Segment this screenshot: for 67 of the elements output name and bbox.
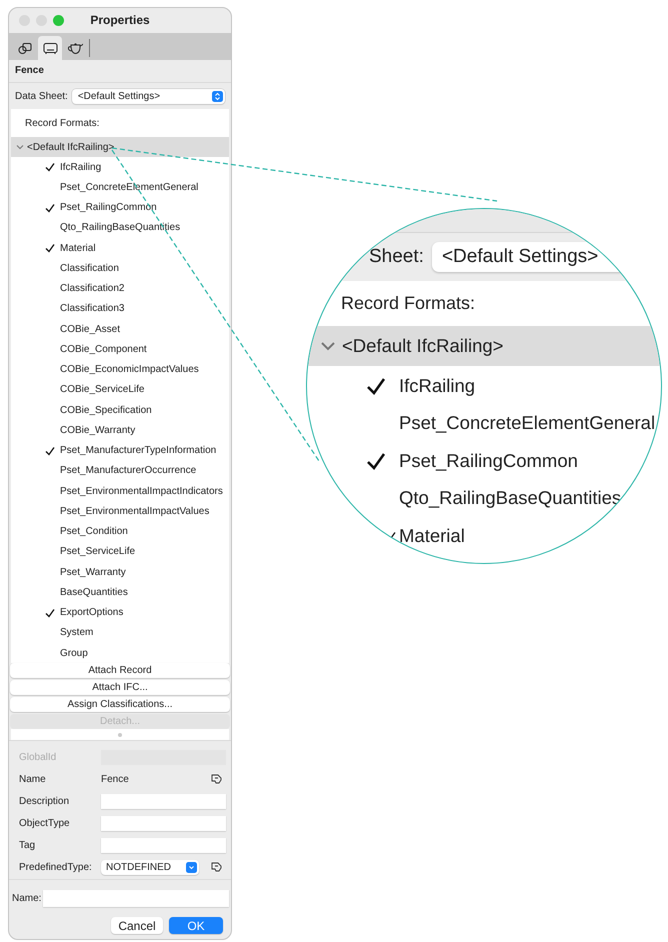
name-label: Name: (12, 893, 42, 904)
record-format-item[interactable]: Pset_ConcreteElementGeneral (60, 182, 198, 193)
record-format-item[interactable]: Pset_Warranty (60, 566, 126, 578)
record-format-item[interactable]: Pset_ManufacturerOccurrence (60, 465, 196, 476)
record-format-item[interactable]: Classification (60, 262, 119, 274)
text-field[interactable] (101, 838, 226, 852)
dropdown-icon (186, 862, 197, 872)
record-format-item[interactable]: Pset_Condition (60, 526, 128, 538)
teapot-icon (66, 41, 84, 55)
record-format-item[interactable]: Pset_ManufacturerTypeInformation (60, 445, 216, 456)
text-field[interactable] (101, 794, 226, 808)
zoom-button[interactable] (53, 15, 64, 26)
record-format-item[interactable]: Material (399, 524, 465, 547)
record-icon (42, 42, 58, 54)
cancel-button[interactable]: Cancel (111, 917, 163, 934)
record-format-item[interactable]: Pset_EnvironmentalImpactIndicators (60, 486, 223, 497)
data-sheet-label: Sheet: (369, 246, 424, 268)
record-format-item[interactable]: Qto_RailingBaseQuantities (60, 222, 180, 234)
palette-tab[interactable] (38, 36, 62, 60)
data-sheet-label: Data Sheet: (15, 91, 68, 102)
record-format-item[interactable]: Classification3 (60, 303, 124, 314)
record-format-item[interactable]: COBie_EconomicImpactValues (60, 364, 199, 376)
data-sheet-dropdown[interactable]: <Default Settings> (72, 89, 225, 104)
record-format-item[interactable]: System (60, 627, 94, 638)
record-format-item[interactable]: Pset_ConcreteElementGeneral (399, 412, 656, 434)
record-format-item[interactable]: Group (60, 648, 88, 659)
record-format-item[interactable]: Pset_RailingCommon (60, 202, 157, 214)
field-label: ObjectType (19, 818, 71, 828)
chevron-icon[interactable] (16, 143, 24, 151)
record-format-item[interactable]: BaseQuantities (60, 586, 128, 598)
record-format-item[interactable]: Pset_ServiceLife (60, 546, 136, 558)
field-label: Description (19, 796, 70, 806)
field-label: PredefinedType: (19, 862, 93, 872)
record-format-item[interactable]: Qto_RailingBaseQuantities (399, 487, 622, 510)
record-format-item[interactable]: COBie_Component (60, 344, 147, 355)
text-field[interactable] (101, 816, 226, 830)
pointer-icon[interactable] (211, 862, 222, 872)
record-format-item[interactable]: ExportOptions (60, 607, 124, 618)
object-type-label: Fence (9, 60, 231, 83)
field-label: Tag (19, 840, 36, 850)
pointer-icon[interactable] (211, 774, 222, 784)
record-format-item[interactable]: IfcRailing (399, 374, 476, 397)
action-button[interactable]: Attach Record (10, 663, 230, 678)
record-format-item[interactable]: COBie_ServiceLife (60, 384, 144, 396)
record-format-item[interactable]: Material (60, 242, 96, 254)
record-format-item[interactable]: Pset_RailingCommon (399, 450, 578, 472)
tree-group-row[interactable]: <Default IfcRailing> (11, 137, 229, 157)
resize-handle[interactable] (118, 732, 122, 736)
stepper-icon[interactable] (212, 91, 223, 102)
record-format-item[interactable]: Pset_EnvironmentalImpactValues (60, 506, 210, 517)
record-format-item[interactable]: Classification2 (60, 283, 124, 294)
record-formats-label: Record Formats: (25, 118, 100, 128)
field-label: GlobalId (19, 752, 58, 762)
window-title: Properties (90, 13, 150, 27)
ok-button[interactable]: OK (169, 917, 223, 934)
type-dropdown[interactable]: NOTDEFINED (101, 860, 199, 874)
record-format-item[interactable]: COBie_Asset (60, 324, 120, 335)
field-label: Name (19, 774, 47, 784)
record-format-item[interactable]: IfcRailing (60, 162, 102, 173)
record-format-item[interactable]: COBie_Specification (60, 404, 152, 416)
action-button[interactable]: Assign Classifications... (10, 697, 230, 712)
field-value: Fence (101, 774, 130, 784)
record-formats-label: Record Formats: (341, 293, 476, 314)
action-button[interactable]: Attach IFC... (10, 680, 230, 695)
record-format-item[interactable]: COBie_Warranty (60, 424, 136, 436)
name-field[interactable] (43, 890, 229, 907)
shapes-icon (18, 42, 32, 54)
